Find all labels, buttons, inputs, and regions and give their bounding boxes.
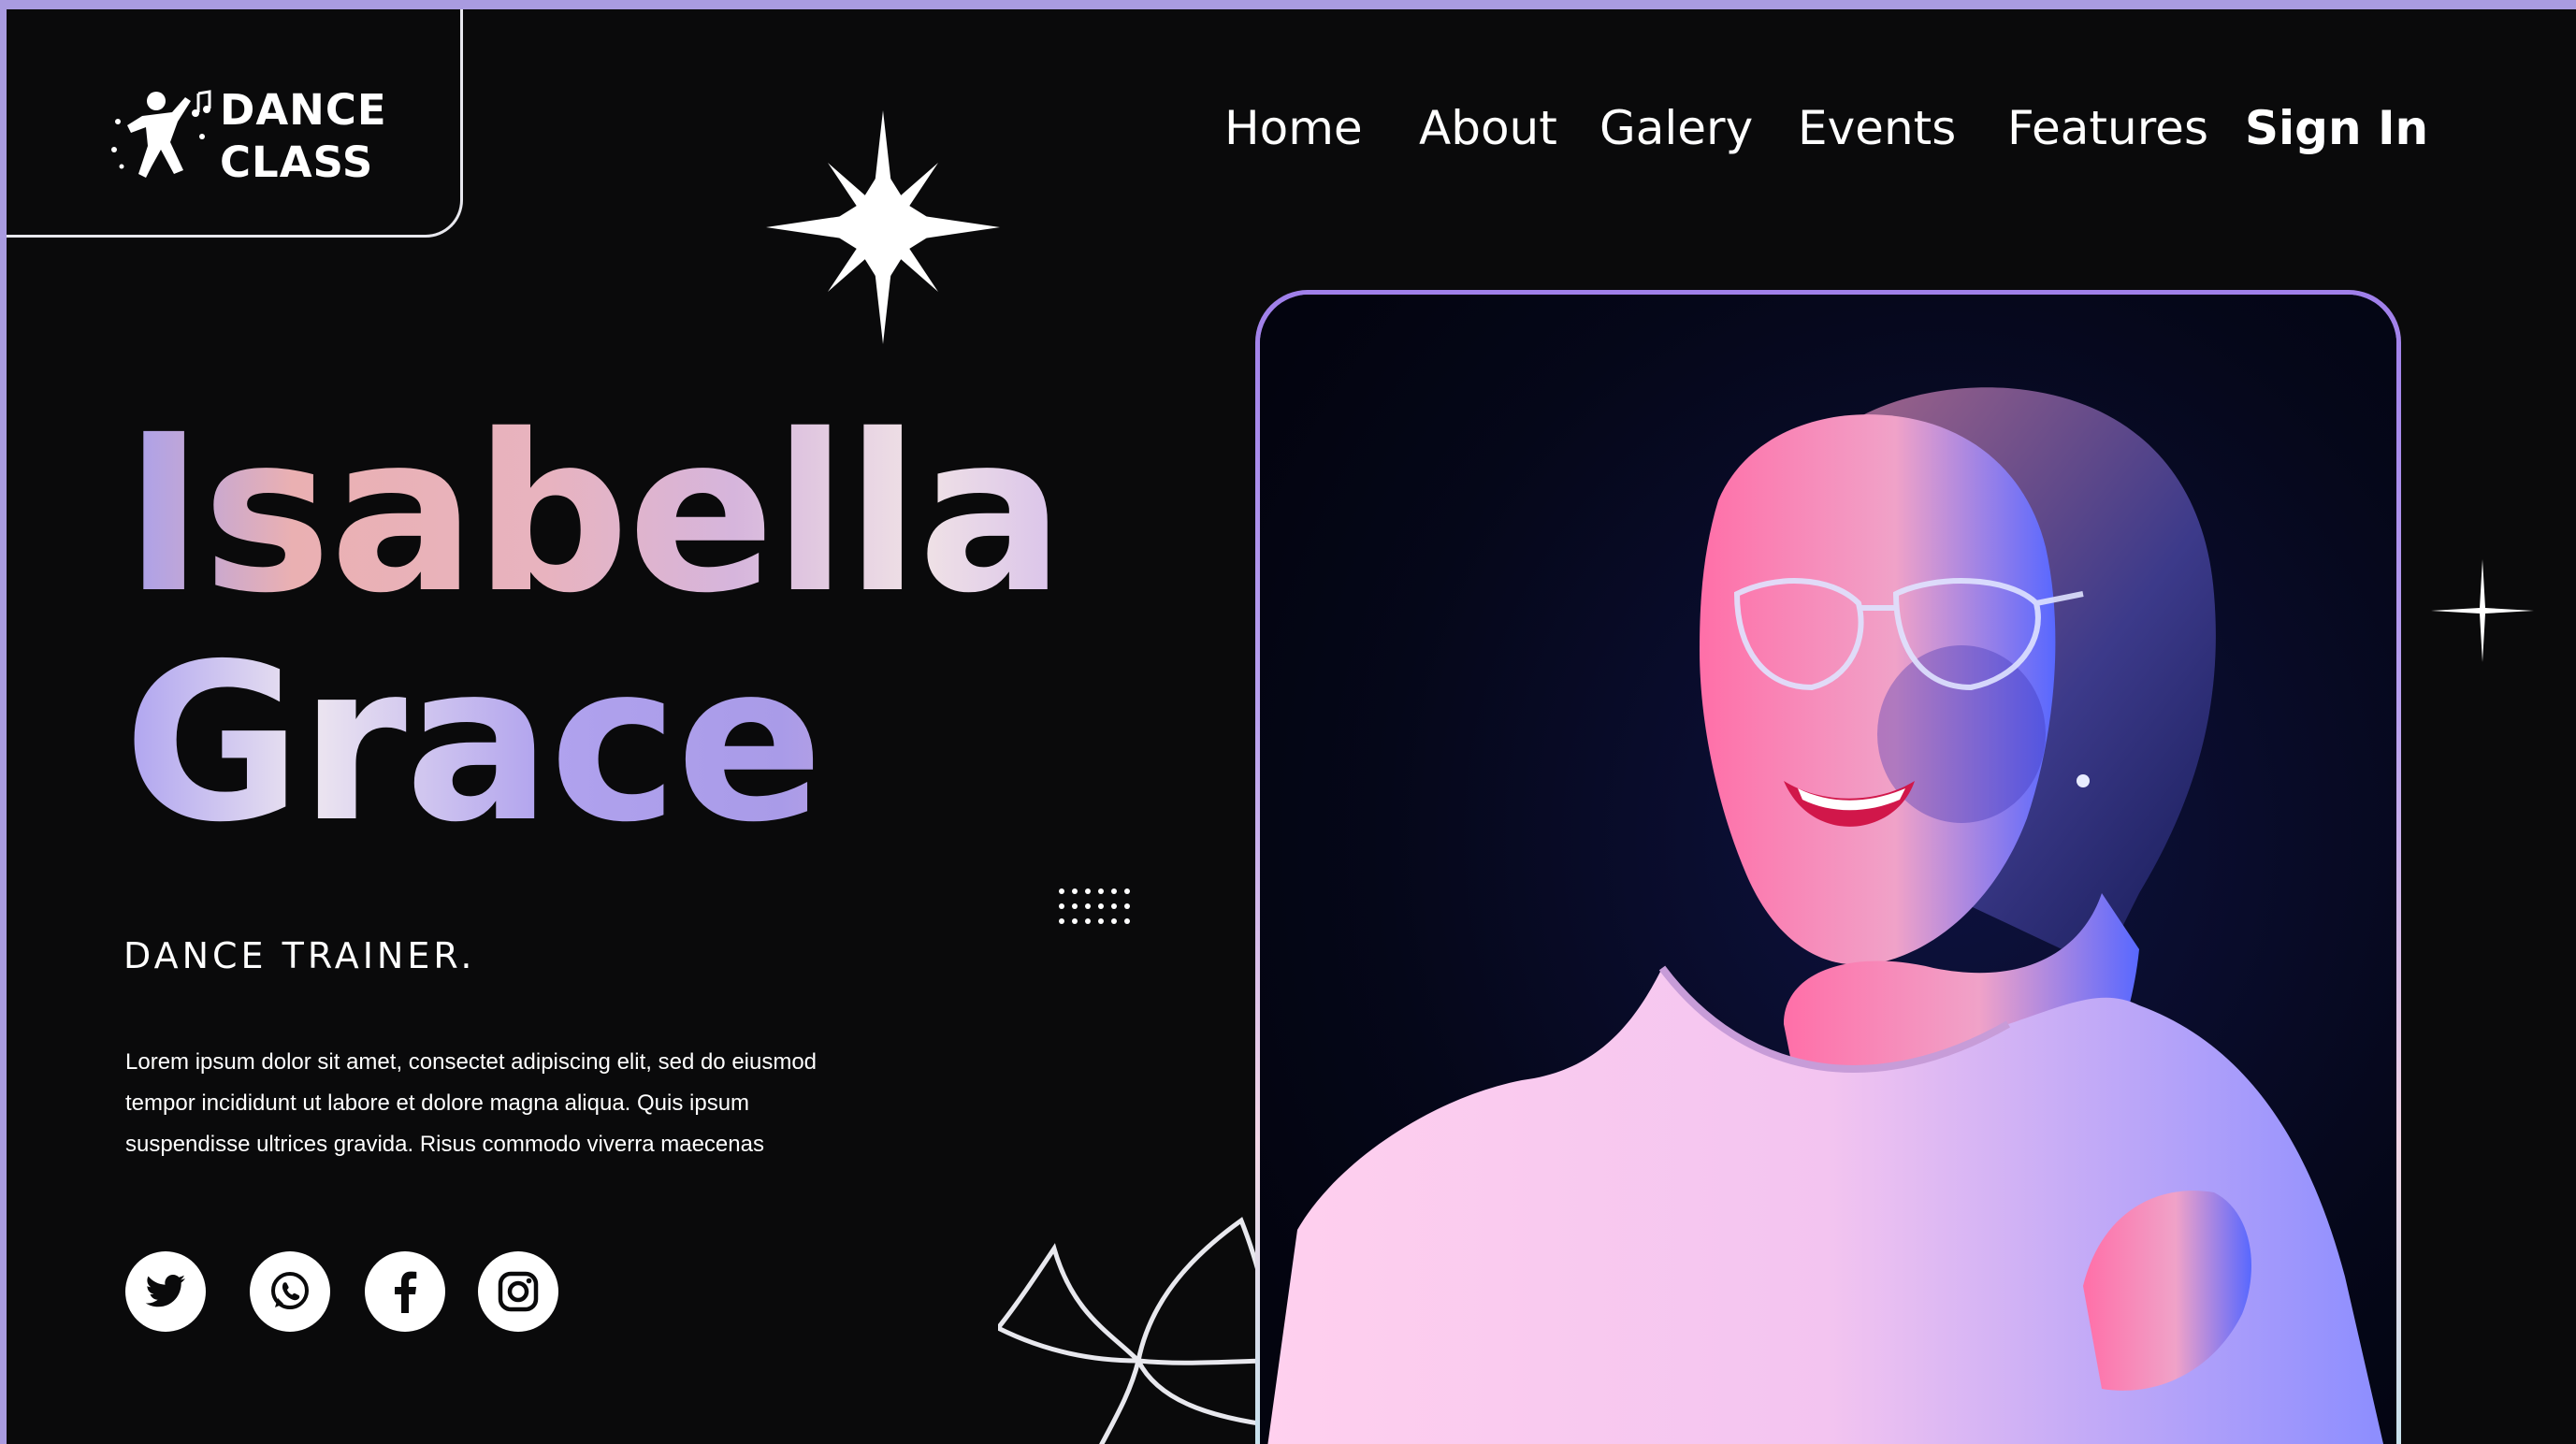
description-line: suspendisse ultrices gravida. Risus comm…: [125, 1132, 764, 1157]
description-line: Lorem ipsum dolor sit amet, consectet ad…: [125, 1049, 818, 1075]
logo-block[interactable]: DANCE CLASS: [7, 9, 463, 238]
brand-line-1: DANCE: [220, 85, 387, 135]
whatsapp-icon: [271, 1272, 309, 1309]
twitter-icon: [145, 1275, 185, 1307]
brand-name: DANCE CLASS: [220, 84, 387, 189]
landing-page: DANCE CLASS Home About Galery Events Fea…: [7, 9, 2576, 1444]
eight-point-star-icon: [766, 110, 1000, 344]
nav-about[interactable]: About: [1419, 101, 1557, 155]
whatsapp-button[interactable]: [250, 1251, 330, 1332]
hero-description: Lorem ipsum dolor sit amet, consectet ad…: [125, 1042, 874, 1165]
hero-first-name: Isabella: [123, 388, 1064, 641]
sparkle-icon: [2431, 559, 2534, 662]
portrait-frame: [1255, 290, 2401, 1444]
dancer-icon: [111, 90, 211, 178]
twitter-button[interactable]: [125, 1251, 206, 1332]
hero-name: Isabella Grace: [123, 388, 1064, 859]
description-line: tempor incididunt ut labore et dolore ma…: [125, 1090, 750, 1116]
nav-events[interactable]: Events: [1798, 101, 1956, 155]
brand-line-2: CLASS: [220, 137, 374, 187]
hero-role: DANCE TRAINER.: [123, 935, 476, 976]
facebook-icon: [395, 1271, 417, 1313]
nav-features[interactable]: Features: [2007, 101, 2208, 155]
hero-last-name: Grace: [123, 629, 1063, 859]
portrait-photo: [1260, 295, 2396, 1444]
nav-galery[interactable]: Galery: [1599, 101, 1753, 155]
dot-grid: [1059, 888, 1130, 924]
sign-in-link[interactable]: Sign In: [2245, 101, 2428, 155]
instagram-button[interactable]: [478, 1251, 558, 1332]
instagram-icon: [498, 1271, 539, 1312]
facebook-button[interactable]: [365, 1251, 445, 1332]
nav-home[interactable]: Home: [1224, 101, 1363, 155]
flower-outline: [998, 1217, 1279, 1444]
